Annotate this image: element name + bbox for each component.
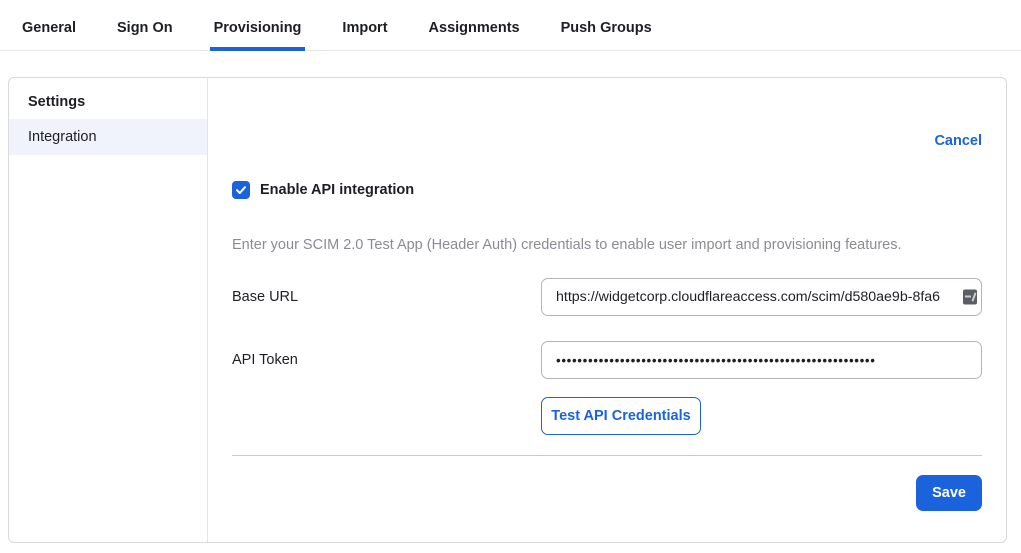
sidebar-heading: Settings: [9, 84, 207, 119]
test-api-credentials-button[interactable]: Test API Credentials: [541, 397, 701, 435]
api-token-row: API Token: [232, 341, 982, 379]
cancel-row: Cancel: [232, 132, 982, 150]
provisioning-panel: Settings Integration Cancel Enable API i…: [8, 77, 1007, 543]
test-credentials-row: Test API Credentials: [232, 397, 982, 435]
enable-api-checkbox[interactable]: [232, 181, 250, 199]
enable-api-label: Enable API integration: [260, 182, 414, 198]
base-url-input[interactable]: [542, 279, 981, 315]
tab-provisioning[interactable]: Provisioning: [210, 12, 306, 51]
save-row: Save: [232, 475, 982, 511]
form-divider: [232, 455, 982, 456]
cancel-link[interactable]: Cancel: [934, 133, 982, 149]
enable-api-row: Enable API integration: [232, 181, 982, 199]
base-url-input-box: [541, 278, 982, 316]
tab-assignments[interactable]: Assignments: [425, 12, 524, 50]
save-button[interactable]: Save: [916, 475, 982, 511]
integration-form: Cancel Enable API integration Enter your…: [208, 78, 1006, 542]
text-selection-block-icon: [963, 290, 977, 305]
tab-sign-on[interactable]: Sign On: [113, 12, 177, 50]
api-token-input[interactable]: [542, 342, 981, 378]
tab-push-groups[interactable]: Push Groups: [557, 12, 656, 50]
checkmark-icon: [235, 184, 247, 196]
sidebar-item-integration[interactable]: Integration: [9, 119, 207, 155]
api-token-input-box: [541, 341, 982, 379]
base-url-label: Base URL: [232, 289, 298, 305]
settings-sidebar: Settings Integration: [9, 78, 208, 542]
tab-import[interactable]: Import: [338, 12, 391, 50]
credentials-description: Enter your SCIM 2.0 Test App (Header Aut…: [232, 237, 982, 253]
app-tabbar: General Sign On Provisioning Import Assi…: [0, 0, 1021, 51]
api-token-label: API Token: [232, 352, 298, 368]
tab-general[interactable]: General: [18, 12, 80, 50]
base-url-row: Base URL: [232, 278, 982, 316]
